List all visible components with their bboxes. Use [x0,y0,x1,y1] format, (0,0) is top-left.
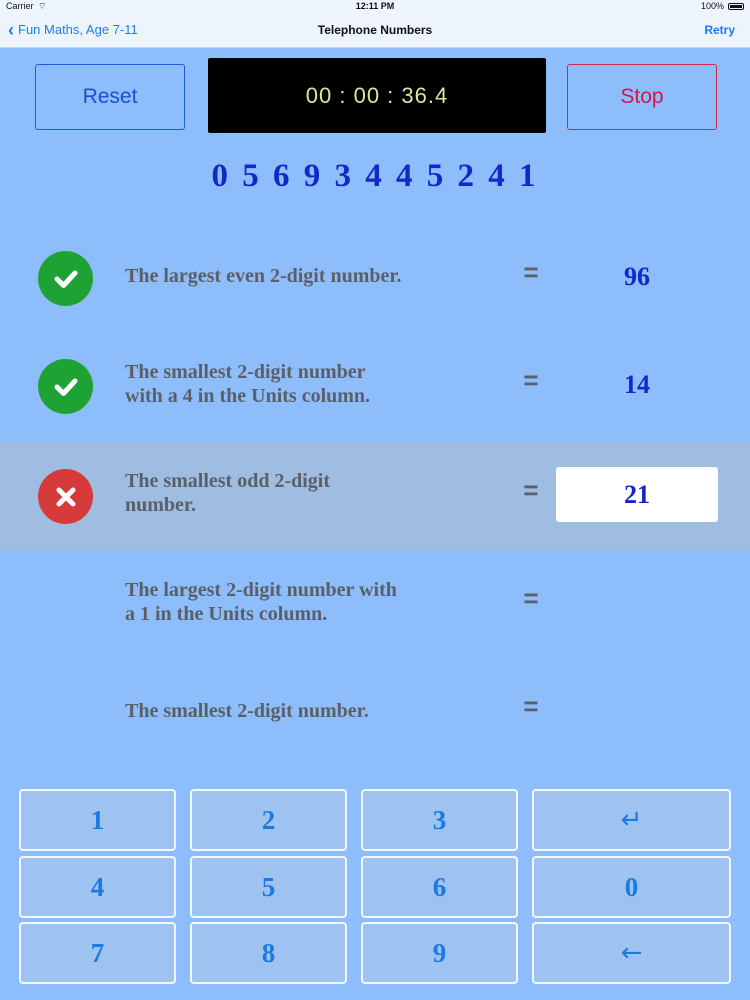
equals-sign: = [523,257,539,287]
equals-sign: = [523,691,539,721]
key-8[interactable]: 8 [190,922,347,984]
battery-percent: 100% [700,1,724,11]
status-bar: Carrier ⌔ 12:11 PM 100% [0,0,750,14]
checkmark-icon [38,251,93,306]
stop-button[interactable]: Stop [567,64,717,130]
question-line: The smallest odd 2-digit [125,470,331,492]
return-icon: ↵ [620,805,643,835]
key-7[interactable]: 7 [19,922,176,984]
key-4[interactable]: 4 [19,856,176,918]
question-text: The smallest 2-digit number. [125,699,485,723]
equals-sign: = [523,583,539,613]
question-text: The largest even 2-digit number. [125,264,485,288]
question-text: The largest 2-digit number with a 1 in t… [125,578,485,626]
question-line: The smallest 2-digit number. [125,700,369,722]
answer-input[interactable]: 21 [556,467,718,522]
status-time: 12:11 PM [355,1,395,11]
question-line: with a 4 in the Units column. [125,385,371,407]
key-6[interactable]: 6 [361,856,518,918]
question-line: The largest even 2-digit number. [125,265,402,287]
answer-value: 14 [624,370,650,399]
question-line: The largest 2-digit number with [125,579,397,601]
key-2[interactable]: 2 [190,789,347,851]
retry-button[interactable]: Retry [704,23,735,37]
question-row: The largest 2-digit number with a 1 in t… [0,550,750,658]
question-row: The smallest 2-digit number with a 4 in … [0,332,750,440]
battery-icon [728,3,744,10]
key-9[interactable]: 9 [361,922,518,984]
question-line: number. [125,494,196,516]
answer-value [556,575,718,630]
equals-sign: = [523,475,539,505]
telephone-number: 0 5 6 9 3 4 4 5 2 4 1 [211,158,539,194]
checkmark-icon [38,359,93,414]
stopwatch-display: 00 : 00 : 36.4 [208,58,546,133]
question-line: The smallest 2-digit number [125,361,366,383]
backspace-arrow-icon: ← [620,938,643,968]
navigation-bar: ‹ Fun Maths, Age 7-11 Telephone Numbers … [0,14,750,48]
reset-button[interactable]: Reset [35,64,185,130]
question-row: The smallest 2-digit number. = [0,658,750,766]
question-row-active: The smallest odd 2-digit number. = 21 [0,442,750,550]
key-3[interactable]: 3 [361,789,518,851]
key-0[interactable]: 0 [532,856,731,918]
key-1[interactable]: 1 [19,789,176,851]
enter-key[interactable]: ↵ [532,789,731,851]
equals-sign: = [523,365,539,395]
question-row: The largest even 2-digit number. = 96 [0,224,750,332]
page-title: Telephone Numbers [317,23,433,37]
cross-icon [38,469,93,524]
backspace-key[interactable]: ← [532,922,731,984]
answer-value [556,683,718,738]
question-text: The smallest 2-digit number with a 4 in … [125,360,485,408]
question-text: The smallest odd 2-digit number. [125,469,485,517]
answer-value: 96 [624,262,650,291]
question-line: a 1 in the Units column. [125,603,328,625]
key-5[interactable]: 5 [190,856,347,918]
